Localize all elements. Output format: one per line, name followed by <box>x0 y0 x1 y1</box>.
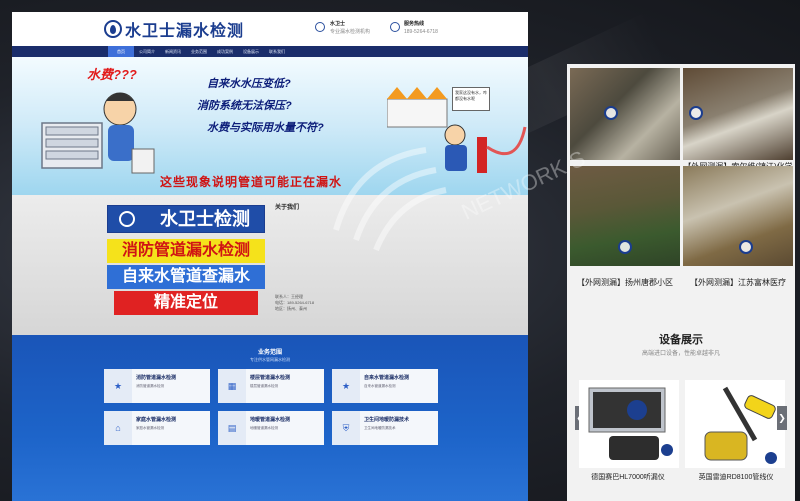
promo-line-3: 自来水管道查漏水 <box>107 265 265 289</box>
service-card[interactable]: ★ 消防管道漏水检测 消防管道漏水检测 <box>104 369 210 403</box>
area-value: 扬州、泰州 <box>287 306 307 311</box>
watermark-logo-icon <box>618 240 632 254</box>
case-photo-3[interactable] <box>570 166 680 266</box>
nav-about[interactable]: 公司简介 <box>134 46 160 57</box>
service-card-desc: 地暖管道漏水检测 <box>250 426 278 430</box>
service-card-desc: 消防管道漏水检测 <box>136 384 164 388</box>
hotline-info: 服务热线 189-5264-6718 <box>404 20 438 36</box>
banner-line-3: 水费与实际用水量不符? <box>207 122 324 134</box>
phone-value: 189-5264-6718 <box>287 300 315 305</box>
product-image-1[interactable] <box>579 380 679 468</box>
service-card[interactable]: ⛨ 卫生间地暖防漏技术 卫生间地暖防漏技术 <box>332 411 438 445</box>
about-us: 关于我们 联系人：王经理 电话：189-5264-6718 地区：扬州、泰州 <box>275 205 435 312</box>
brand-sub: 专业漏水检测机构 <box>330 29 371 35</box>
banner-bottom-text: 这些现象说明管道可能正在漏水 <box>160 175 343 189</box>
promo-line-4: 精准定位 <box>114 291 258 315</box>
promo-line-1: 水卫士检测 <box>146 206 264 232</box>
hotline-label: 服务热线 <box>404 21 425 27</box>
website-preview: 水卫士漏水检测 水卫士 专业漏水检测机构 服务热线 189-5264-6718 … <box>12 12 528 501</box>
building-icon: ▦ <box>218 369 246 403</box>
brand-info: 水卫士 专业漏水检测机构 <box>330 20 370 36</box>
promo-logo-icon <box>108 206 146 232</box>
service-card-desc: 楼层管道漏水检测 <box>250 384 278 388</box>
hotline-number: 189-5264-6718 <box>404 29 438 35</box>
services-subtitle: 专注供水管网漏水检测 <box>250 357 290 362</box>
service-card-title: 卫生间地暖防漏技术 <box>364 417 410 423</box>
about-body-placeholder <box>275 214 435 294</box>
star-icon: ★ <box>104 369 132 403</box>
banner-line-1: 自来水水压变低? <box>207 78 291 90</box>
pipe-locator-illustration <box>704 386 777 464</box>
watermark-logo-icon <box>689 106 703 120</box>
service-card[interactable]: ▤ 地暖管道漏水检测 地暖管道漏水检测 <box>218 411 324 445</box>
service-card[interactable]: ▦ 楼层管道漏水检测 楼层管道漏水检测 <box>218 369 324 403</box>
carousel-next-button[interactable]: ❯ <box>777 406 787 430</box>
site-header: 水卫士漏水检测 水卫士 专业漏水检测机构 服务热线 189-5264-6718 <box>12 12 528 46</box>
service-card-title: 自来水管道漏水检测 <box>364 375 410 381</box>
service-card-desc: 卫生间地暖防漏技术 <box>364 426 396 430</box>
service-card-title: 地暖管道漏水检测 <box>250 417 291 423</box>
nav-equipment[interactable]: 设备展示 <box>238 46 264 57</box>
services-title: 业务范围 <box>257 350 282 356</box>
nav-home[interactable]: 首页 <box>108 46 134 57</box>
case-photo-2[interactable] <box>683 68 793 160</box>
about-title: 关于我们 <box>275 205 300 211</box>
promo-title-box: 水卫士检测 <box>107 205 265 233</box>
service-card[interactable]: ⌂ 家庭水管漏水检测 家庭水管漏水检测 <box>104 411 210 445</box>
nav-cases[interactable]: 成功案例 <box>212 46 238 57</box>
service-card-desc: 家庭水管漏水检测 <box>136 426 164 430</box>
grid-icon: ▤ <box>218 411 246 445</box>
brand-icon <box>315 22 325 32</box>
leak-detector-case-illustration <box>588 387 673 460</box>
case-caption-4[interactable]: 【外网测漏】江苏富林医疗 <box>683 274 793 292</box>
logo-icon <box>104 20 122 38</box>
services-section: 业务范围 专注供水管网漏水检测 ★ 消防管道漏水检测 消防管道漏水检测 ▦ 楼层管… <box>12 335 528 501</box>
about-area-row: 地区：扬州、泰州 <box>275 306 435 312</box>
about-section: 水卫士检测 消防管道漏水检测 自来水管道查漏水 精准定位 关于我们 联系人：王经… <box>12 195 528 335</box>
phone-icon <box>390 22 400 32</box>
service-card-title: 消防管道漏水检测 <box>136 375 177 381</box>
nav-news[interactable]: 新闻资讯 <box>160 46 186 57</box>
water-fee-text: 水费??? <box>87 67 137 82</box>
star-icon: ★ <box>332 369 360 403</box>
brand-name: 水卫士 <box>330 21 346 27</box>
product-caption-2[interactable]: 英国雷迪RD8100管线仪 <box>681 472 791 482</box>
banner-line-2: 消防系统无法保压? <box>197 100 292 112</box>
nav-contact[interactable]: 联系我们 <box>264 46 290 57</box>
service-card-title: 家庭水管漏水检测 <box>136 417 177 423</box>
service-card-desc: 自来水管道漏水检测 <box>364 384 396 388</box>
speech-sign: 我家这没有水，咋都没有水呢 <box>452 87 490 111</box>
product-image-2[interactable] <box>685 380 785 468</box>
case-photo-1[interactable] <box>570 68 680 160</box>
phone-label: 电话： <box>275 300 287 305</box>
case-photo-4[interactable] <box>683 166 793 266</box>
promo-line-2: 消防管道漏水检测 <box>107 239 265 263</box>
product-caption-1[interactable]: 德国赛巴HL7000听漏仪 <box>573 472 683 482</box>
nav-services[interactable]: 业务范围 <box>186 46 212 57</box>
cases-panel: 【家庭测漏】扬中惠众花苑 【外网测漏】索尔维(镇江)化学品 【外网测漏】扬州唐郡… <box>567 64 795 501</box>
equipment-title: 设备展示 <box>659 334 703 346</box>
case-caption-3[interactable]: 【外网测漏】扬州唐郡小区 <box>570 274 680 292</box>
shield-icon: ⛨ <box>332 411 360 445</box>
contact-label: 联系人： <box>275 294 291 299</box>
service-card-title: 楼层管道漏水检测 <box>250 375 291 381</box>
contact-name: 王经理 <box>291 294 303 299</box>
home-icon: ⌂ <box>104 411 132 445</box>
watermark-logo-icon <box>604 106 618 120</box>
equipment-subtitle: 高端进口设备，性能卓越非凡 <box>641 351 720 357</box>
service-card[interactable]: ★ 自来水管道漏水检测 自来水管道漏水检测 <box>332 369 438 403</box>
main-nav: 首页 公司简介 新闻资讯 业务范围 成功案例 设备展示 联系我们 <box>12 46 528 57</box>
area-label: 地区： <box>275 306 287 311</box>
hero-banner[interactable]: 水费??? 自来水水压变低? 消防系统无法保压? 水费与实际用水量不符? 我家这… <box>12 57 528 195</box>
watermark-logo-icon <box>739 240 753 254</box>
logo-text[interactable]: 水卫士漏水检测 <box>125 17 244 41</box>
worried-man-illustration <box>41 92 155 174</box>
